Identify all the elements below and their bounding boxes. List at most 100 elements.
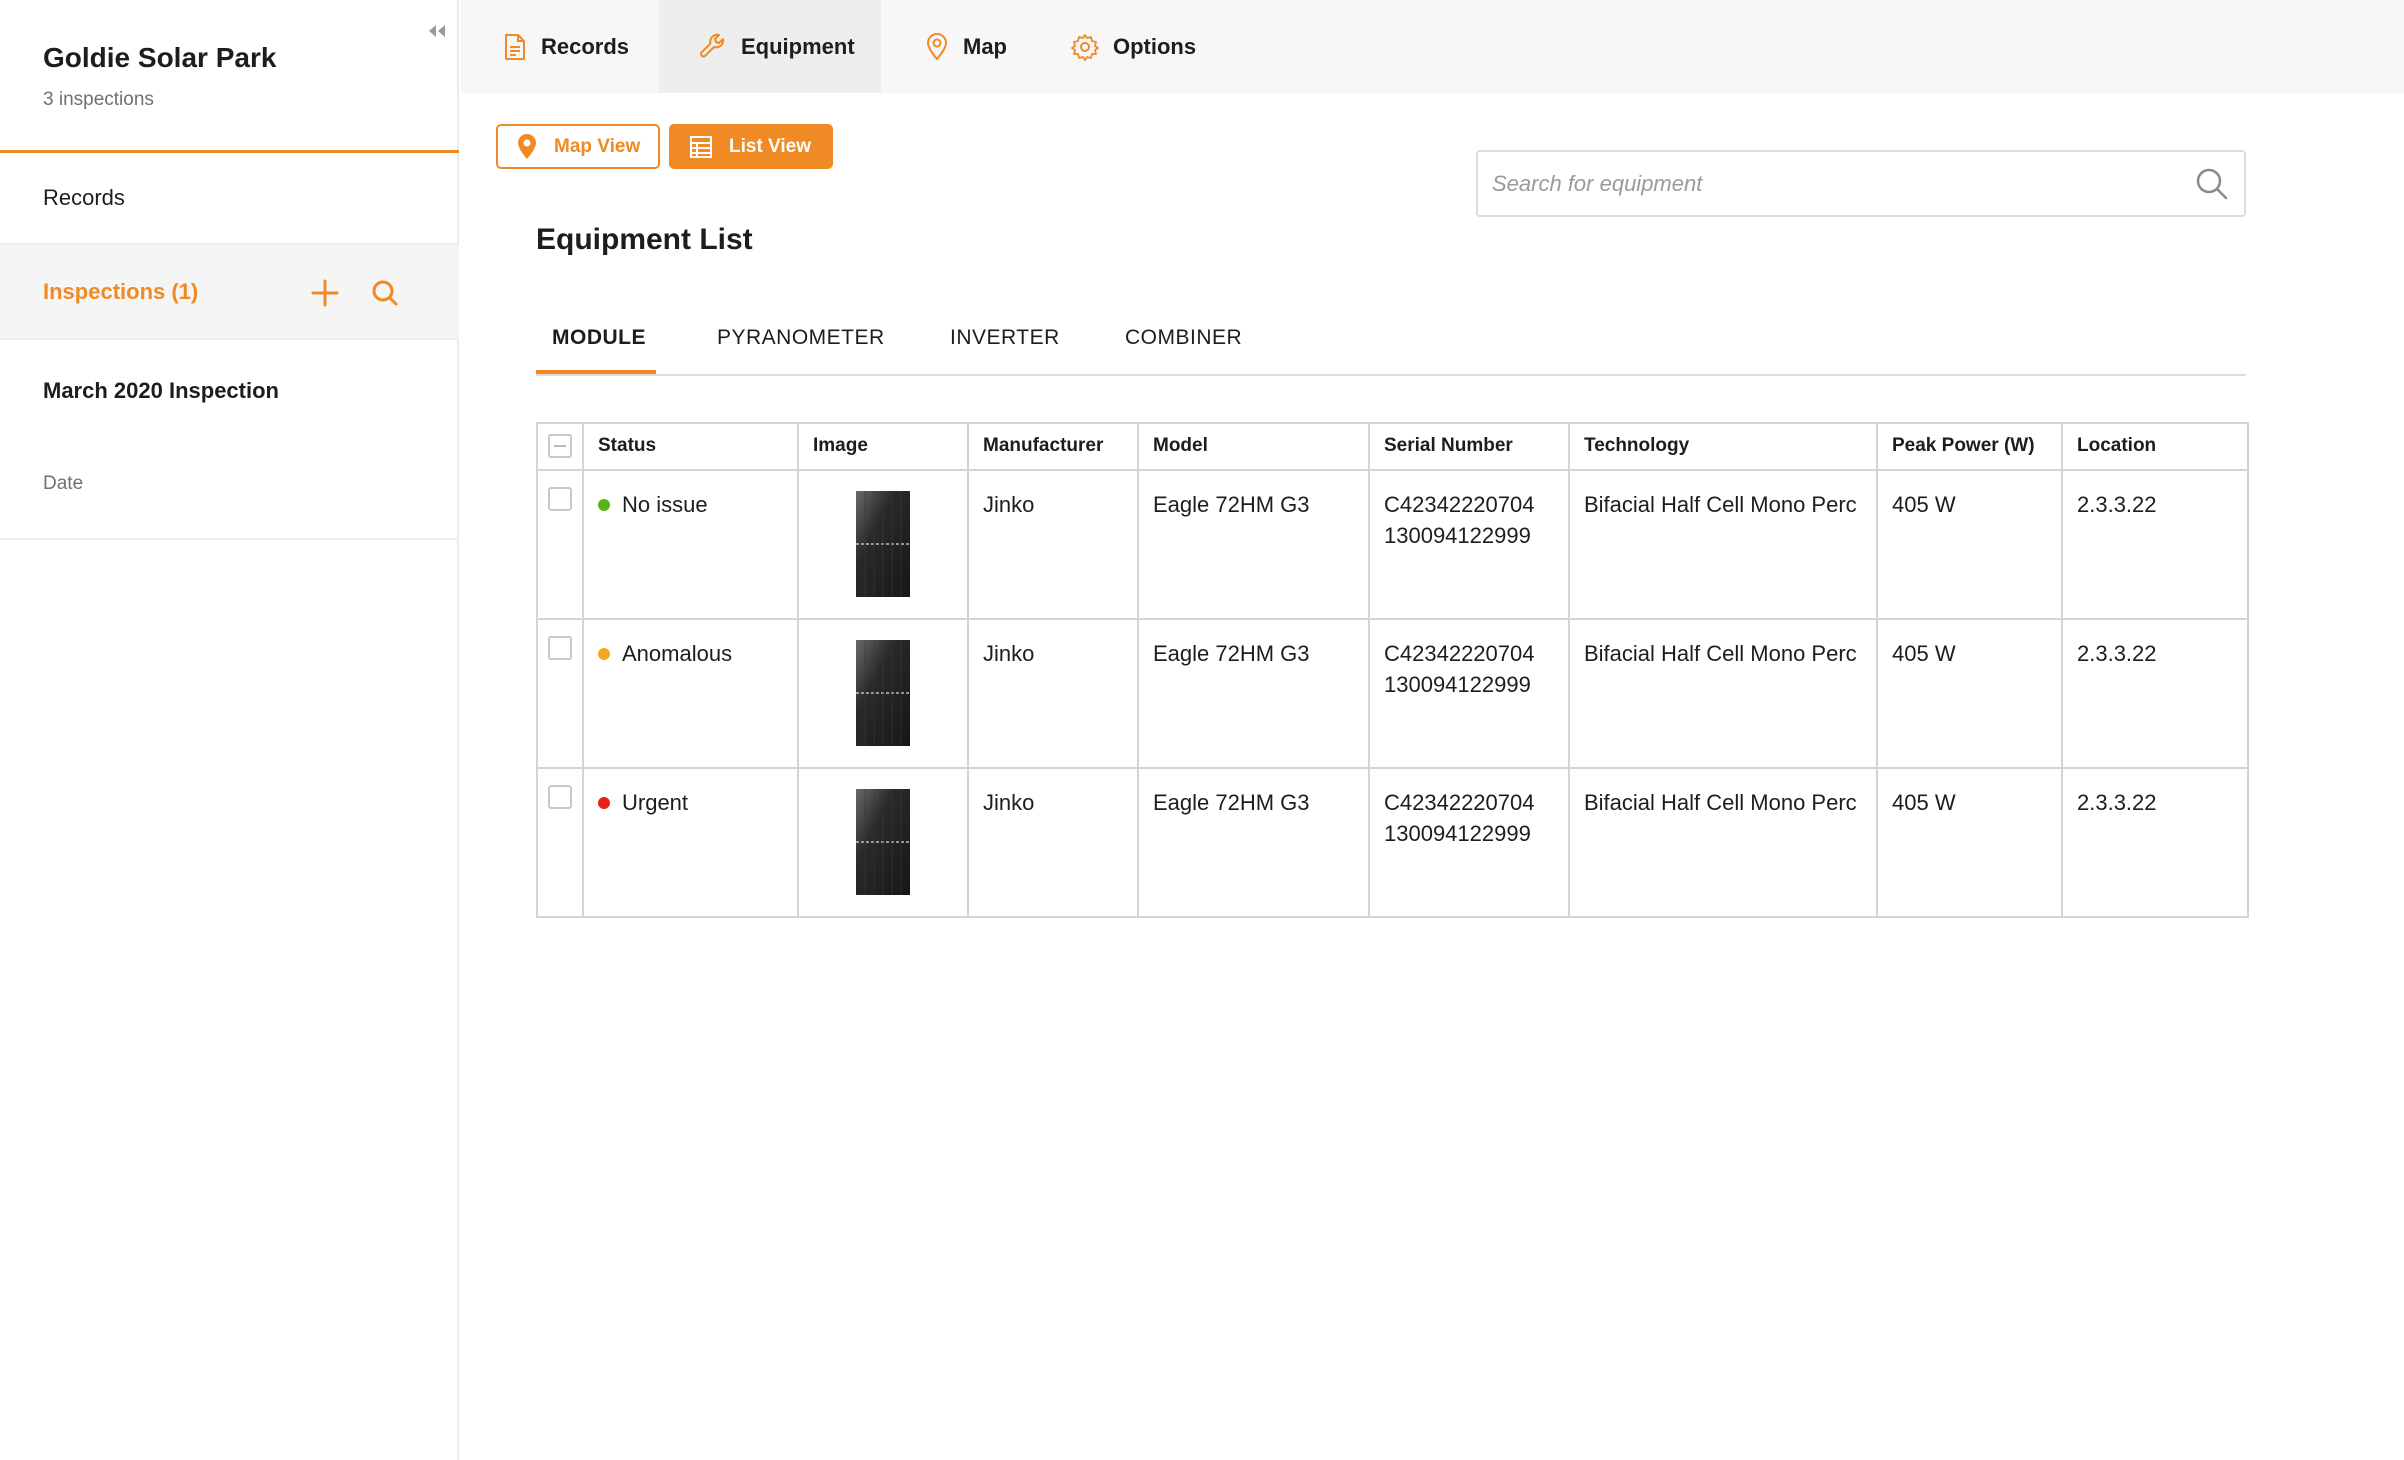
solar-panel-icon[interactable] — [856, 640, 910, 746]
status-dot-icon — [598, 647, 610, 660]
serial-line-1: C42342220704 — [1384, 641, 1535, 666]
status-text: No issue — [622, 492, 708, 517]
image-cell — [797, 767, 969, 918]
search-icon — [372, 280, 398, 306]
row-select-cell — [536, 469, 584, 620]
column-header-manufacturer[interactable]: Manufacturer — [967, 422, 1139, 471]
list-view-label: List View — [729, 135, 812, 157]
serial-number-cell: C42342220704 130094122999 — [1368, 767, 1570, 918]
page-title: Equipment List — [536, 223, 753, 256]
status-dot-icon — [598, 796, 610, 809]
solar-panel-icon[interactable] — [856, 789, 910, 895]
sidebar-records-label: Records — [43, 185, 125, 210]
tab-options[interactable]: Options — [1045, 0, 1245, 93]
serial-number-cell: C42342220704 130094122999 — [1368, 618, 1570, 769]
table-row[interactable]: Urgent Jinko Eagle 72HM G3 C42342220704 … — [536, 767, 2249, 918]
row-select-cell — [536, 618, 584, 769]
model-cell: Eagle 72HM G3 — [1137, 767, 1370, 918]
sidebar-item-records[interactable]: Records — [0, 153, 459, 245]
manufacturer-cell: Jinko — [967, 767, 1139, 918]
location-cell: 2.3.3.22 — [2061, 767, 2249, 918]
select-all-cell — [536, 422, 584, 471]
technology-cell: Bifacial Half Cell Mono Perc — [1568, 469, 1878, 620]
image-cell — [797, 469, 969, 620]
tab-equipment-label: Equipment — [741, 33, 855, 59]
site-header: Goldie Solar Park 3 inspections — [0, 0, 459, 153]
serial-number-cell: C42342220704 130094122999 — [1368, 469, 1570, 620]
search-inspections-button[interactable] — [369, 277, 401, 309]
serial-line-1: C42342220704 — [1384, 492, 1535, 517]
search-icon — [2196, 168, 2228, 200]
table-header-row: Status Image Manufacturer Model Serial N… — [536, 422, 2249, 471]
row-checkbox[interactable] — [548, 636, 572, 660]
site-title: Goldie Solar Park — [43, 42, 277, 73]
peak-power-cell: 405 W — [1876, 618, 2063, 769]
location-cell: 2.3.3.22 — [2061, 618, 2249, 769]
tab-records[interactable]: Records — [461, 0, 659, 93]
manufacturer-cell: Jinko — [967, 469, 1139, 620]
status-dot-icon — [598, 498, 610, 511]
manufacturer-cell: Jinko — [967, 618, 1139, 769]
serial-line-2: 130094122999 — [1384, 821, 1531, 846]
active-tab-indicator — [536, 370, 656, 374]
peak-power-cell: 405 W — [1876, 469, 2063, 620]
status-cell: No issue — [582, 469, 799, 620]
column-header-location[interactable]: Location — [2061, 422, 2249, 471]
serial-line-2: 130094122999 — [1384, 523, 1531, 548]
map-pin-icon — [926, 32, 948, 60]
top-navigation: Records Equipment Map Options — [461, 0, 2404, 93]
status-cell: Anomalous — [582, 618, 799, 769]
peak-power-cell: 405 W — [1876, 767, 2063, 918]
column-header-image[interactable]: Image — [797, 422, 969, 471]
sidebar: Goldie Solar Park 3 inspections Records … — [0, 0, 459, 1460]
tab-map-label: Map — [963, 33, 1007, 59]
solar-panel-icon[interactable] — [856, 491, 910, 597]
location-cell: 2.3.3.22 — [2061, 469, 2249, 620]
row-select-cell — [536, 767, 584, 918]
column-header-status[interactable]: Status — [582, 422, 799, 471]
wrench-icon — [700, 33, 725, 57]
map-view-label: Map View — [554, 135, 641, 157]
tab-map[interactable]: Map — [881, 0, 1045, 93]
select-all-checkbox[interactable] — [548, 434, 572, 458]
table-row[interactable]: No issue Jinko Eagle 72HM G3 C4234222070… — [536, 469, 2249, 620]
tab-combiner[interactable]: COMBINER — [1125, 326, 1242, 350]
tab-records-label: Records — [541, 33, 630, 59]
equipment-search-input[interactable] — [1492, 152, 2172, 215]
collapse-sidebar-button[interactable] — [424, 20, 450, 42]
column-header-serial-number[interactable]: Serial Number — [1368, 422, 1570, 471]
inspection-date-label: Date — [43, 473, 84, 494]
sidebar-inspections-section: Inspections (1) — [0, 245, 459, 340]
tab-options-label: Options — [1113, 33, 1197, 59]
technology-cell: Bifacial Half Cell Mono Perc — [1568, 767, 1878, 918]
add-inspection-button[interactable] — [309, 277, 341, 309]
tab-equipment[interactable]: Equipment — [659, 0, 881, 93]
site-subtitle: 3 inspections — [43, 89, 154, 110]
double-chevron-left-icon — [429, 25, 445, 37]
list-view-button[interactable]: List View — [669, 124, 833, 169]
status-text: Urgent — [622, 790, 689, 815]
sidebar-inspection-item[interactable]: March 2020 Inspection Date — [0, 340, 459, 540]
serial-line-2: 130094122999 — [1384, 672, 1531, 697]
map-pin-icon — [518, 133, 536, 159]
column-header-model[interactable]: Model — [1137, 422, 1370, 471]
column-header-technology[interactable]: Technology — [1568, 422, 1878, 471]
tab-module[interactable]: MODULE — [552, 326, 646, 350]
equipment-table: Status Image Manufacturer Model Serial N… — [536, 422, 2249, 918]
tab-pyranometer[interactable]: PYRANOMETER — [717, 326, 885, 350]
search-submit-button[interactable] — [2194, 166, 2230, 202]
tab-inverter[interactable]: INVERTER — [950, 326, 1060, 350]
row-checkbox[interactable] — [548, 785, 572, 809]
model-cell: Eagle 72HM G3 — [1137, 469, 1370, 620]
map-view-button[interactable]: Map View — [496, 124, 660, 169]
row-checkbox[interactable] — [548, 487, 572, 511]
equipment-type-tabs: MODULE PYRANOMETER INVERTER COMBINER — [536, 300, 2246, 376]
table-row[interactable]: Anomalous Jinko Eagle 72HM G3 C423422207… — [536, 618, 2249, 769]
technology-cell: Bifacial Half Cell Mono Perc — [1568, 618, 1878, 769]
sidebar-item-inspections[interactable]: Inspections (1) — [43, 279, 198, 305]
table-icon — [690, 135, 712, 158]
equipment-search-box — [1476, 150, 2246, 217]
column-header-peak-power[interactable]: Peak Power (W) — [1876, 422, 2063, 471]
status-text: Anomalous — [622, 641, 733, 666]
document-icon — [505, 33, 525, 60]
